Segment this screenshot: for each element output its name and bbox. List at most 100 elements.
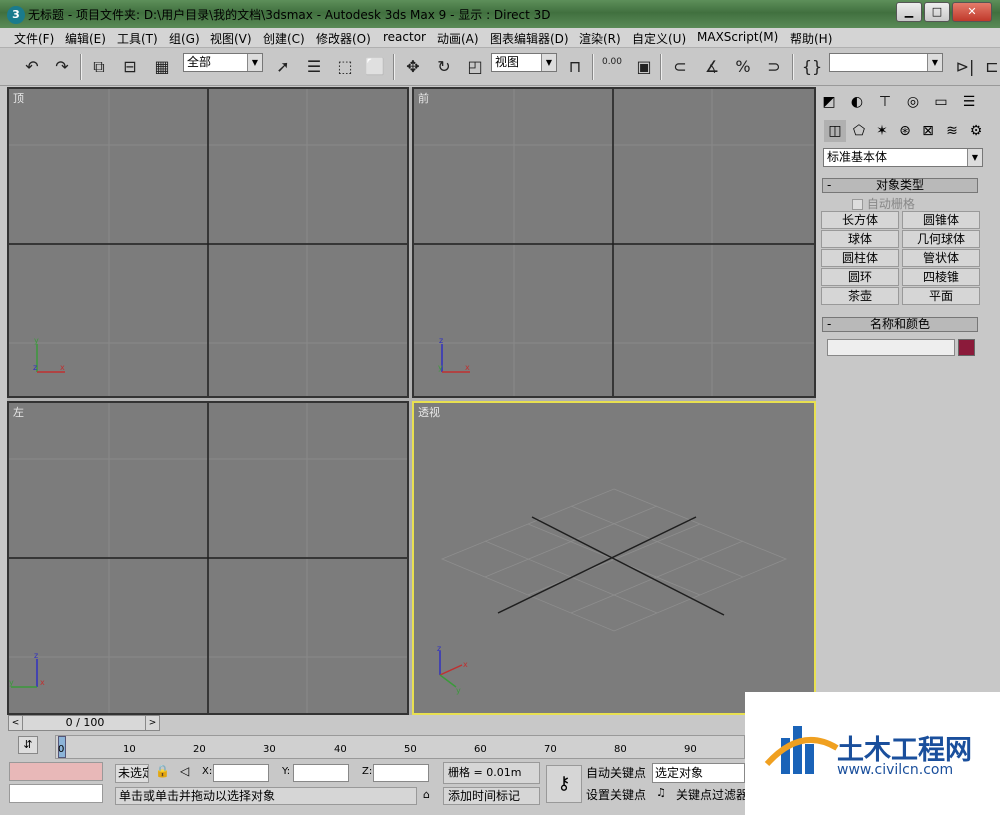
chevron-right-icon[interactable]: > — [145, 716, 159, 730]
autogrid-checkbox[interactable]: 自动栅格 — [852, 195, 915, 212]
maxscript-listener-field[interactable] — [9, 762, 103, 781]
key-mode-dropdown[interactable]: 选定对象 — [652, 763, 745, 783]
scale-icon[interactable]: ◰ — [463, 55, 487, 79]
edit-named-selection-icon[interactable]: {} — [800, 55, 824, 79]
modify-tab-icon[interactable]: ◐ — [846, 91, 868, 113]
pyramid-button[interactable]: 四棱锥 — [902, 268, 980, 286]
spinner-snap-icon[interactable]: ⊃ — [762, 55, 786, 79]
viewport-label[interactable]: 前 — [418, 90, 429, 106]
category-dropdown[interactable]: 标准基本体 ▼ — [823, 148, 983, 167]
viewport-label[interactable]: 透视 — [418, 404, 440, 420]
plane-button[interactable]: 平面 — [902, 287, 980, 305]
menu-rendering[interactable]: 渲染(R) — [579, 30, 621, 47]
x-coordinate-input[interactable] — [213, 764, 269, 782]
menu-graph-editors[interactable]: 图表编辑器(D) — [490, 30, 569, 47]
selection-filter-dropdown[interactable]: 全部 ▼ — [183, 53, 263, 72]
viewport-perspective[interactable]: 透视 z x y — [412, 401, 816, 715]
undo-icon[interactable]: ↶ — [20, 55, 44, 79]
geometry-icon[interactable]: ◫ — [824, 120, 846, 142]
lights-icon[interactable]: ✶ — [871, 120, 893, 142]
maxscript-input-field[interactable] — [9, 784, 103, 803]
hierarchy-tab-icon[interactable]: ⊤ — [874, 91, 896, 113]
display-tab-icon[interactable]: ▭ — [930, 91, 952, 113]
object-color-swatch[interactable] — [958, 339, 975, 356]
viewport-front[interactable]: 前 z x y — [412, 87, 816, 398]
tube-button[interactable]: 管状体 — [902, 249, 980, 267]
move-icon[interactable]: ✥ — [401, 55, 425, 79]
menu-views[interactable]: 视图(V) — [210, 30, 252, 47]
rotate-icon[interactable]: ↻ — [432, 55, 456, 79]
key-filters-button[interactable]: 关键点过滤器 — [676, 786, 745, 803]
create-tab-icon[interactable]: ◩ — [818, 91, 840, 113]
viewport-label[interactable]: 顶 — [13, 90, 24, 106]
reference-coordinate-dropdown[interactable]: 视图 ▼ — [491, 53, 557, 72]
select-object-icon[interactable]: ➚ — [271, 55, 295, 79]
select-by-name-icon[interactable]: ☰ — [302, 55, 326, 79]
menu-edit[interactable]: 编辑(E) — [65, 30, 106, 47]
helpers-icon[interactable]: ⊠ — [917, 120, 939, 142]
viewport-top[interactable]: 顶 y x z — [7, 87, 409, 398]
rectangular-selection-icon[interactable]: ⬚ — [333, 55, 357, 79]
3ds-max-icon[interactable]: 3 — [7, 6, 25, 24]
menu-create[interactable]: 创建(C) — [263, 30, 305, 47]
menu-tools[interactable]: 工具(T) — [117, 30, 158, 47]
menu-modifiers[interactable]: 修改器(O) — [316, 30, 371, 47]
torus-button[interactable]: 圆环 — [821, 268, 899, 286]
teapot-button[interactable]: 茶壶 — [821, 287, 899, 305]
cone-button[interactable]: 圆锥体 — [902, 211, 980, 229]
name-color-rollout-header[interactable]: - 名称和颜色 — [822, 317, 978, 332]
bind-space-warp-icon[interactable]: ▦ — [150, 55, 174, 79]
cameras-icon[interactable]: ⊛ — [894, 120, 916, 142]
menu-help[interactable]: 帮助(H) — [790, 30, 832, 47]
pivot-center-icon[interactable]: ⊓ — [563, 55, 587, 79]
align-icon[interactable]: ⊏ — [980, 55, 1000, 79]
utilities-tab-icon[interactable]: ☰ — [958, 91, 980, 113]
systems-icon[interactable]: ⚙ — [965, 120, 987, 142]
time-tag-icon[interactable]: ⌂ — [423, 788, 430, 801]
object-name-input[interactable] — [827, 339, 955, 356]
snap-value[interactable]: 0.00 — [600, 55, 624, 79]
mirror-icon[interactable]: ⊳| — [953, 55, 977, 79]
lock-selection-icon[interactable]: 🔒 — [155, 764, 170, 778]
close-icon[interactable]: ✕ — [952, 2, 992, 22]
time-slider[interactable]: < 0 / 100 > — [8, 715, 160, 731]
box-button[interactable]: 长方体 — [821, 211, 899, 229]
redo-icon[interactable]: ↷ — [50, 55, 74, 79]
y-coordinate-input[interactable] — [293, 764, 349, 782]
set-key-button[interactable]: 设置关键点 — [586, 786, 646, 803]
window-crossing-icon[interactable]: ⬜ — [363, 55, 387, 79]
filter-icon[interactable]: ♫ — [656, 786, 666, 799]
percent-snap-icon[interactable]: % — [731, 55, 755, 79]
timeline-track[interactable]: 0 10 20 30 40 50 60 70 80 90 — [55, 735, 745, 759]
link-icon[interactable]: ⧉ — [87, 55, 111, 79]
snap-toggle-icon[interactable]: ⊂ — [668, 55, 692, 79]
key-icon[interactable]: ⚷ — [546, 765, 582, 803]
menu-file[interactable]: 文件(F) — [14, 30, 54, 47]
z-coordinate-input[interactable] — [373, 764, 429, 782]
unlink-icon[interactable]: ⊟ — [118, 55, 142, 79]
viewport-left[interactable]: 左 z y x — [7, 401, 409, 715]
angle-snap-icon[interactable]: ∡ — [700, 55, 724, 79]
geosphere-button[interactable]: 几何球体 — [902, 230, 980, 248]
shapes-icon[interactable]: ⬠ — [848, 120, 870, 142]
menu-maxscript[interactable]: MAXScript(M) — [697, 30, 778, 44]
menu-group[interactable]: 组(G) — [169, 30, 200, 47]
maximize-icon[interactable]: □ — [924, 2, 950, 22]
minimize-icon[interactable]: ▁ — [896, 2, 922, 22]
named-selection-dropdown[interactable]: ▼ — [829, 53, 943, 72]
auto-key-button[interactable]: 自动关键点 — [586, 764, 646, 781]
menu-animation[interactable]: 动画(A) — [437, 30, 479, 47]
menu-reactor[interactable]: reactor — [383, 30, 426, 44]
select-and-manipulate-icon[interactable]: ▣ — [632, 55, 656, 79]
object-type-rollout-header[interactable]: - 对象类型 — [822, 178, 978, 193]
absolute-mode-icon[interactable]: ◁ — [180, 764, 189, 778]
menu-customize[interactable]: 自定义(U) — [632, 30, 686, 47]
sphere-button[interactable]: 球体 — [821, 230, 899, 248]
viewport-label[interactable]: 左 — [13, 404, 24, 420]
curve-editor-icon[interactable]: ⇵ — [18, 736, 38, 754]
chevron-left-icon[interactable]: < — [9, 716, 23, 730]
add-time-tag-button[interactable]: 添加时间标记 — [443, 787, 540, 805]
cylinder-button[interactable]: 圆柱体 — [821, 249, 899, 267]
space-warps-icon[interactable]: ≋ — [941, 120, 963, 142]
motion-tab-icon[interactable]: ◎ — [902, 91, 924, 113]
